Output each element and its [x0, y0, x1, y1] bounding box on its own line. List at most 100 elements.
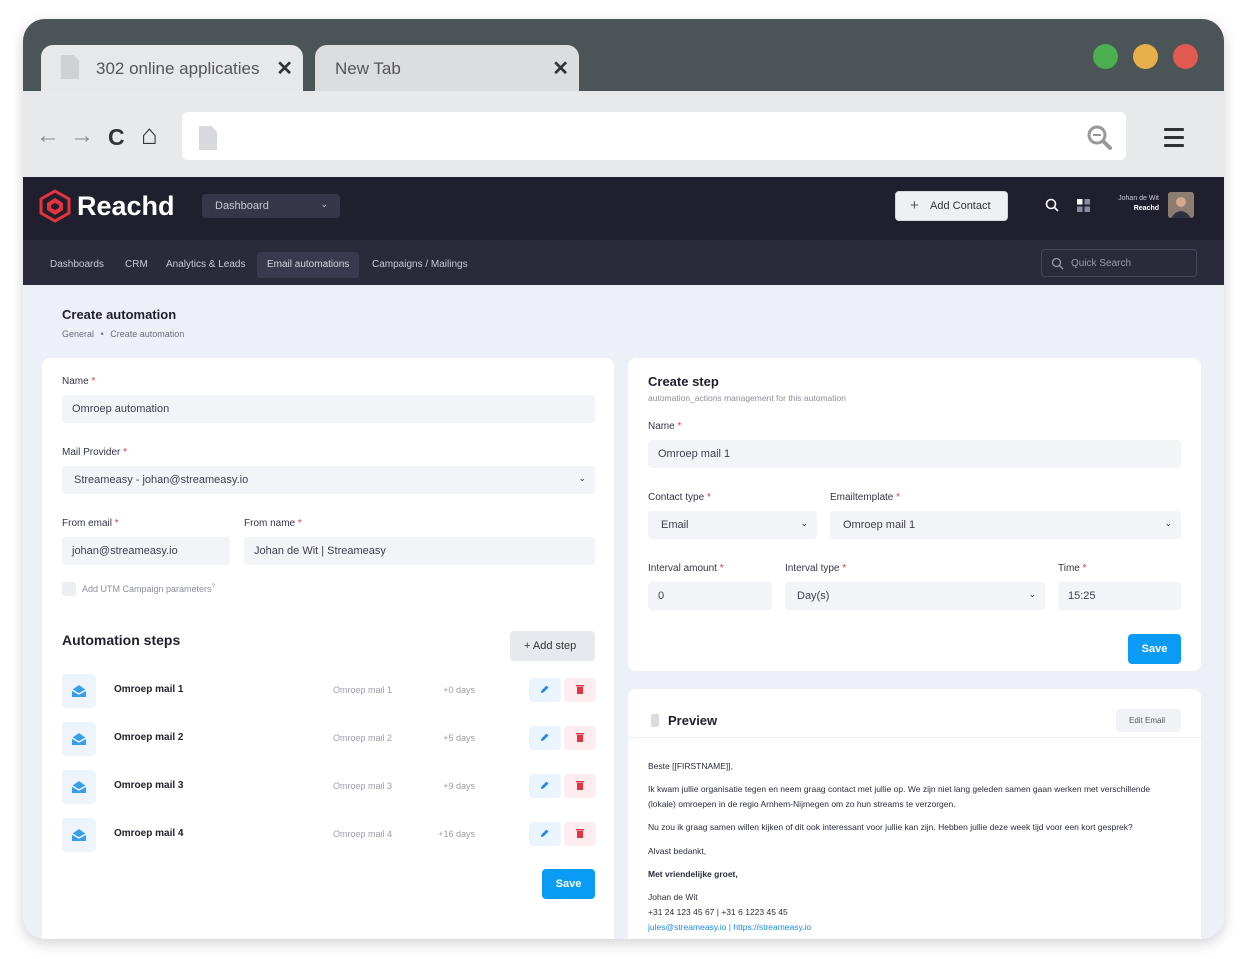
user-name: Johan de Wit: [1118, 195, 1159, 202]
preview-title: Preview: [668, 713, 718, 728]
mail-open-icon: [62, 674, 96, 708]
automation-name-input[interactable]: Omroep automation: [62, 395, 595, 423]
save-step-button[interactable]: Save: [1128, 634, 1181, 664]
from-name-input[interactable]: Johan de Wit | Streameasy: [244, 537, 595, 565]
edit-email-button[interactable]: Edit Email: [1116, 709, 1181, 732]
mail-provider-select[interactable]: Streameasy - johan@streameasy.io ⌄: [62, 466, 595, 494]
step-name: Omroep mail 2: [114, 732, 184, 743]
app-header: Reachd Dashboard ⌄ + Add Contact Johan d…: [23, 177, 1224, 240]
from-name-label: From name *: [244, 518, 302, 529]
automation-form-card: Name * Omroep automation Mail Provider *…: [42, 358, 614, 939]
menu-item-dashboards[interactable]: Dashboards: [40, 252, 114, 278]
pencil-icon: [541, 685, 549, 693]
utm-label: Add UTM Campaign parameters?: [82, 584, 215, 594]
delete-step-button[interactable]: [564, 774, 596, 798]
delete-step-button[interactable]: [564, 822, 596, 846]
reload-icon[interactable]: C: [108, 124, 125, 151]
plus-icon: +: [910, 197, 919, 214]
list-item[interactable]: Omroep mail 1 Omroep mail 1 +0 days: [62, 674, 596, 710]
quick-search-input[interactable]: Quick Search: [1041, 249, 1197, 277]
tab-title: New Tab: [335, 59, 401, 78]
list-item[interactable]: Omroep mail 3 Omroep mail 3 +9 days: [62, 770, 596, 806]
zoom-icon[interactable]: [1086, 124, 1112, 150]
breadcrumb-general[interactable]: General: [62, 329, 94, 339]
from-email-label: From email *: [62, 518, 119, 529]
avatar[interactable]: [1168, 192, 1194, 218]
menu-item-campaigns[interactable]: Campaigns / Mailings: [362, 252, 478, 278]
menu-icon[interactable]: [1164, 128, 1184, 152]
edit-step-button[interactable]: [529, 678, 561, 702]
tab-new[interactable]: New Tab ✕: [315, 45, 579, 91]
close-tab-icon[interactable]: ✕: [276, 56, 293, 81]
delete-step-button[interactable]: [564, 678, 596, 702]
dashboard-select[interactable]: Dashboard ⌄: [202, 194, 340, 218]
step-name-input[interactable]: Omroep mail 1: [648, 440, 1181, 468]
add-step-button[interactable]: + Add step: [510, 631, 595, 661]
pencil-icon: [541, 733, 549, 741]
edit-step-button[interactable]: [529, 822, 561, 846]
step-delay: +0 days: [443, 685, 475, 695]
brand-logo[interactable]: Reachd: [39, 189, 175, 223]
utm-checkbox[interactable]: [62, 582, 76, 596]
dashboard-select-value: Dashboard: [215, 200, 269, 212]
preview-line: Nu zou ik graag samen willen kijken of d…: [648, 822, 1133, 832]
menu-item-email-automations[interactable]: Email automations: [257, 252, 360, 278]
preview-line: Alvast bedankt,: [648, 846, 707, 856]
menu-item-analytics[interactable]: Analytics & Leads: [156, 252, 256, 278]
mail-open-icon: [62, 722, 96, 756]
list-item[interactable]: Omroep mail 2 Omroep mail 2 +5 days: [62, 722, 596, 758]
create-step-title: Create step: [648, 374, 719, 389]
search-icon: [1051, 257, 1064, 270]
step-template: Omroep mail 3: [332, 781, 392, 791]
step-delay: +5 days: [443, 733, 475, 743]
trash-icon: [576, 733, 584, 742]
home-icon[interactable]: ⌂: [141, 119, 158, 151]
add-contact-label: Add Contact: [930, 200, 991, 212]
maximize-dot[interactable]: [1093, 44, 1118, 69]
preview-line: Met vriendelijke groet,: [648, 869, 738, 879]
back-icon[interactable]: ←: [36, 122, 60, 150]
edit-step-button[interactable]: [529, 774, 561, 798]
trash-icon: [576, 781, 584, 790]
address-bar[interactable]: [182, 112, 1126, 160]
create-step-subtitle: automation_actions management for this a…: [648, 393, 846, 403]
tab-active[interactable]: 302 online applicaties ✕: [41, 45, 303, 91]
interval-amount-input[interactable]: 0: [648, 582, 772, 610]
close-window-dot[interactable]: [1173, 44, 1198, 69]
chevron-down-icon: ⌄: [800, 518, 808, 528]
menu-item-crm[interactable]: CRM: [115, 252, 158, 278]
apps-grid-icon[interactable]: [1077, 199, 1090, 212]
contact-type-label: Contact type *: [648, 492, 711, 503]
avatar-photo: [1168, 192, 1194, 218]
interval-type-select[interactable]: Day(s) ⌄: [785, 582, 1045, 610]
chevron-down-icon: ⌄: [1028, 589, 1036, 599]
help-icon[interactable]: ?: [212, 584, 215, 590]
page-content: Create automation General • Create autom…: [23, 285, 1224, 939]
delete-step-button[interactable]: [564, 726, 596, 750]
search-icon[interactable]: [1045, 198, 1059, 212]
add-contact-button[interactable]: + Add Contact: [895, 191, 1008, 221]
user-info[interactable]: Johan de Wit Reachd: [1099, 195, 1159, 212]
emailtemplate-select[interactable]: Omroep mail 1 ⌄: [830, 511, 1181, 539]
minimize-dot[interactable]: [1133, 44, 1158, 69]
contact-type-select[interactable]: Email ⌄: [648, 511, 817, 539]
step-delay: +16 days: [438, 829, 475, 839]
list-item[interactable]: Omroep mail 4 Omroep mail 4 +16 days: [62, 818, 596, 854]
preview-line: Ik kwam jullie organisatie tegen en neem…: [648, 784, 1151, 809]
edit-step-button[interactable]: [529, 726, 561, 750]
pencil-icon: [541, 829, 549, 837]
trash-icon: [576, 829, 584, 838]
time-input[interactable]: 15:25: [1058, 582, 1181, 610]
step-template: Omroep mail 2: [332, 733, 392, 743]
step-name: Omroep mail 3: [114, 780, 184, 791]
interval-amount-label: Interval amount *: [648, 563, 724, 574]
save-automation-button[interactable]: Save: [542, 869, 595, 899]
trash-icon: [576, 685, 584, 694]
chevron-down-icon: ⌄: [320, 199, 328, 209]
quick-search-placeholder: Quick Search: [1071, 258, 1132, 269]
breadcrumb: General • Create automation: [62, 329, 184, 339]
close-tab-icon[interactable]: ✕: [552, 56, 569, 81]
forward-icon[interactable]: →: [70, 122, 94, 150]
from-email-input[interactable]: johan@streameasy.io: [62, 537, 230, 565]
window-controls: [1093, 44, 1198, 69]
